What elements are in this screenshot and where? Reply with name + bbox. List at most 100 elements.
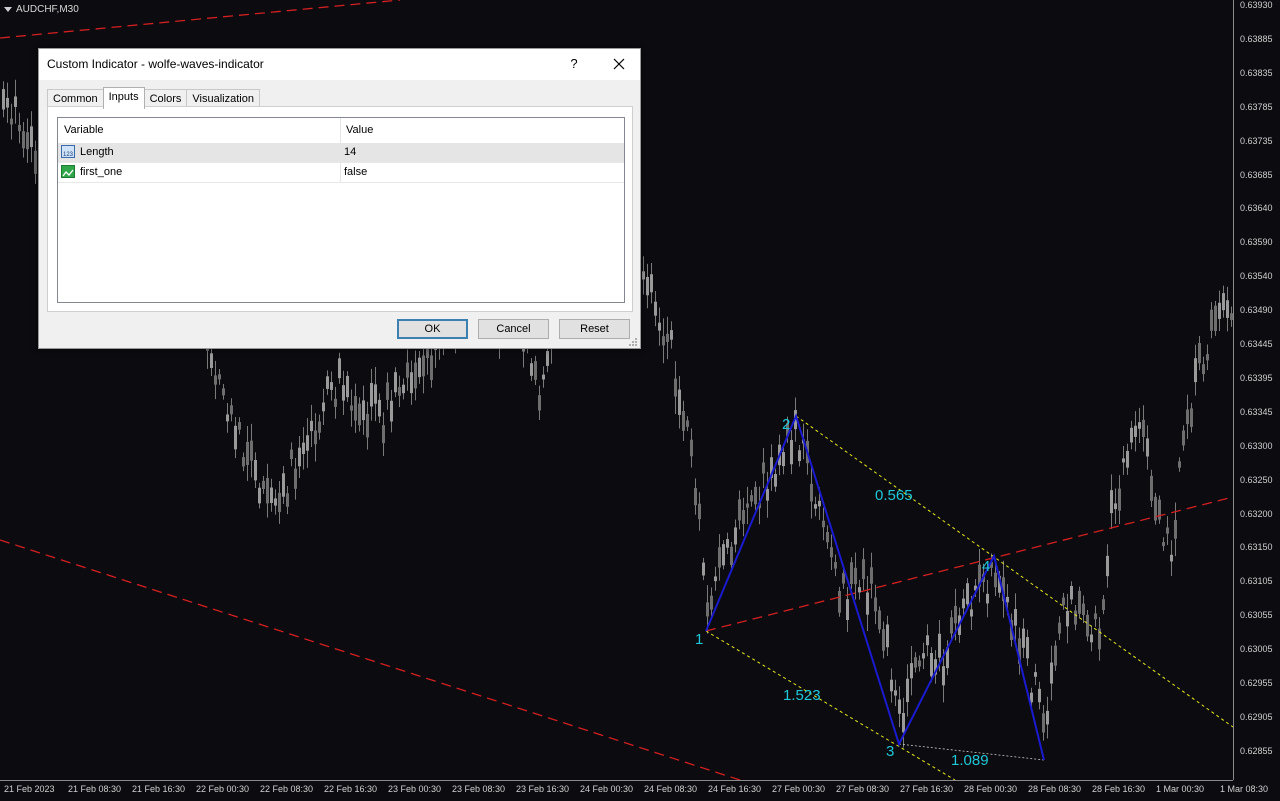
candle-body	[894, 690, 897, 696]
price-tick-label: 0.63835	[1240, 67, 1273, 78]
chart-symbol[interactable]: AUDCHF,M30	[4, 4, 79, 15]
price-tick-label: 0.63590	[1240, 237, 1273, 248]
candle-body	[346, 375, 349, 398]
wave-1-4-trend-line	[705, 496, 1234, 632]
candle-body	[18, 124, 21, 132]
cancel-button[interactable]: Cancel	[478, 319, 549, 339]
column-variable[interactable]: Variable	[64, 124, 104, 136]
candle-body	[730, 546, 733, 565]
candle-body	[370, 382, 373, 407]
candle-body	[242, 457, 245, 467]
candle-body	[810, 483, 813, 502]
candle-body	[826, 532, 829, 543]
tab-inputs[interactable]: Inputs	[102, 87, 145, 109]
price-axis[interactable]: 0.63930 0.63885 0.63835 0.63785 0.63735 0.636…	[1233, 0, 1280, 780]
param-value[interactable]: 14	[344, 146, 356, 158]
candle-body	[1074, 610, 1077, 625]
candle-body	[414, 362, 417, 389]
candle-body	[214, 375, 217, 385]
candle-body	[1146, 438, 1149, 457]
price-tick-label: 0.62855	[1240, 745, 1273, 756]
candle-body	[858, 587, 861, 593]
candle-body	[838, 591, 841, 613]
candle-body	[650, 274, 653, 293]
candle-body	[286, 493, 289, 507]
candle-body	[994, 572, 997, 588]
candle-body	[338, 358, 341, 379]
candle-body	[290, 449, 293, 460]
candle-body	[938, 633, 941, 658]
candle-body	[1182, 430, 1185, 446]
price-tick-label: 0.63685	[1240, 169, 1273, 180]
candle-body	[670, 330, 673, 340]
param-value[interactable]: false	[344, 166, 367, 178]
candle-body	[406, 362, 409, 378]
candle-body	[2, 89, 5, 110]
candle-body	[318, 421, 321, 433]
time-tick-label: 27 Feb 08:30	[836, 784, 890, 794]
candle-body	[354, 396, 357, 421]
candle-body	[922, 653, 925, 659]
candle-body	[750, 495, 753, 502]
candle-body	[1222, 293, 1225, 311]
candle-body	[1082, 603, 1085, 616]
candle-body	[254, 459, 257, 481]
wave-2-4-target-line	[795, 415, 1234, 728]
price-tick-label: 0.63005	[1240, 644, 1273, 655]
candle-body	[230, 405, 233, 415]
candle-body	[322, 402, 325, 412]
time-axis[interactable]: 21 Feb 2023 21 Feb 08:30 21 Feb 16:30 22 Fe…	[0, 780, 1268, 801]
candle-body	[954, 605, 957, 624]
candle-body	[1210, 309, 1213, 331]
ok-button[interactable]: OK	[397, 319, 468, 339]
candle-body	[902, 713, 905, 733]
symbol-text: AUDCHF,M30	[16, 4, 79, 15]
candle-body	[662, 336, 665, 346]
price-tick-label: 0.63785	[1240, 101, 1273, 112]
dropdown-arrow-icon[interactable]	[4, 7, 12, 12]
candle-body	[1058, 622, 1061, 634]
candle-body	[366, 413, 369, 438]
candle-body	[1202, 364, 1205, 375]
candle-body	[710, 595, 713, 610]
candle-body	[262, 480, 265, 490]
candle-body	[1130, 427, 1133, 443]
candle-body	[1038, 688, 1041, 703]
candle-body	[1198, 342, 1201, 364]
candle-body	[690, 439, 693, 457]
dialog-titlebar[interactable]: Custom Indicator - wolfe-waves-indicator…	[39, 49, 640, 80]
candle-body	[538, 395, 541, 411]
param-row-length[interactable]: 123 Length 14	[58, 143, 624, 163]
close-button[interactable]	[602, 53, 636, 75]
candle-body	[218, 374, 221, 380]
resize-grip-icon[interactable]	[628, 337, 638, 347]
candle-body	[722, 544, 725, 566]
candle-body	[642, 271, 645, 280]
candle-body	[374, 384, 377, 404]
inputs-panel: Variable Value 123 Length 14 first_one f…	[47, 106, 633, 312]
candle-body	[1026, 637, 1029, 659]
param-row-first-one[interactable]: first_one false	[58, 163, 624, 183]
candle-body	[782, 452, 785, 467]
candle-body	[870, 567, 873, 584]
candle-body	[950, 617, 953, 634]
candle-body	[742, 510, 745, 524]
candle-body	[774, 473, 777, 487]
candle-body	[1142, 419, 1145, 437]
candle-body	[1022, 628, 1025, 648]
candle-body	[342, 385, 345, 401]
time-tick-label: 24 Feb 08:30	[644, 784, 698, 794]
candle-body	[34, 150, 37, 174]
help-button[interactable]: ?	[559, 53, 589, 75]
bool-param-icon	[61, 165, 75, 178]
candle-body	[886, 624, 889, 648]
dialog-title: Custom Indicator - wolfe-waves-indicator	[47, 57, 264, 71]
candle-body	[358, 403, 361, 426]
lower-trend-line	[0, 539, 741, 781]
candle-body	[330, 382, 333, 390]
reset-button[interactable]: Reset	[559, 319, 630, 339]
column-value[interactable]: Value	[346, 124, 373, 136]
inputs-grid[interactable]: Variable Value 123 Length 14 first_one f…	[57, 117, 625, 303]
candle-body	[1050, 662, 1053, 684]
price-tick-label: 0.62955	[1240, 678, 1273, 688]
